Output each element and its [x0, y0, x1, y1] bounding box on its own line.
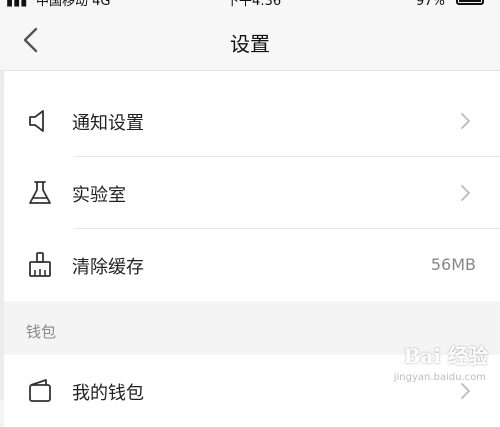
- cache-size-value: 56MB: [430, 255, 476, 274]
- watermark-logo: Bai 经验 jingyan.baidu.com: [372, 338, 492, 394]
- chevron-right-icon: [461, 185, 470, 201]
- battery-percent: 97%: [416, 0, 445, 9]
- wallet-icon: [29, 379, 51, 402]
- clock: 下午4:36: [226, 0, 282, 9]
- speaker-icon: [29, 110, 44, 132]
- page-title: 设置: [230, 32, 270, 56]
- settings-list: 通知设置 实验室 清除缓存 56MB: [4, 85, 500, 301]
- list-item-label: 我的钱包: [72, 383, 144, 404]
- signal-icon: ▮▮▮: [6, 0, 28, 9]
- status-bar: ▮▮▮ 中国移动 4G 下午4:36 97%: [0, 0, 500, 10]
- list-item-lab[interactable]: 实验室: [4, 157, 500, 229]
- broom-icon: [29, 252, 51, 277]
- previous-group-card: [4, 71, 500, 85]
- list-item-label: 实验室: [72, 185, 126, 206]
- list-item-notification-settings[interactable]: 通知设置: [4, 85, 500, 157]
- flask-icon: [29, 181, 51, 204]
- list-item-label: 通知设置: [72, 113, 144, 134]
- section-header-label: 钱包: [26, 323, 57, 341]
- chevron-right-icon: [461, 113, 470, 129]
- watermark-url: jingyan.baidu.com: [393, 372, 486, 383]
- navigation-bar: 设置: [0, 10, 500, 71]
- battery-icon: [456, 0, 484, 5]
- list-item-clear-cache[interactable]: 清除缓存 56MB: [4, 229, 500, 301]
- list-item-label: 清除缓存: [72, 257, 144, 278]
- watermark-text: Bai 经验: [403, 344, 488, 368]
- carrier-label: 中国移动 4G: [36, 0, 111, 9]
